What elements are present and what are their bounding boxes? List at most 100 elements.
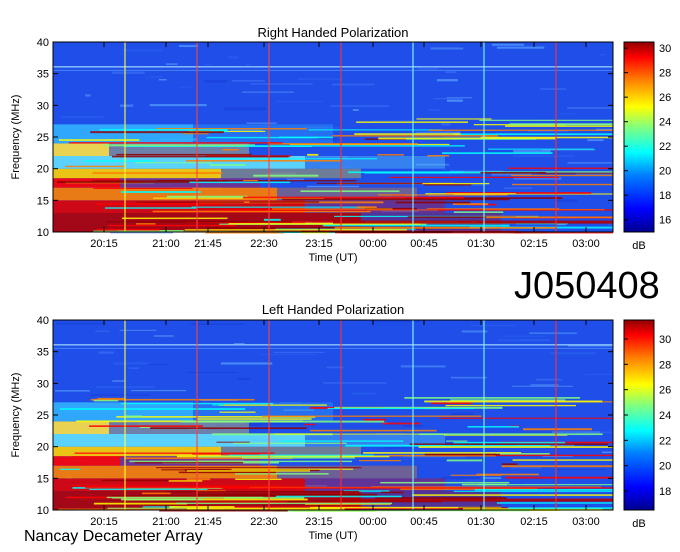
emission-streak — [262, 415, 482, 417]
intensity-cell — [90, 394, 150, 396]
emission-streak — [93, 502, 187, 505]
emission-streak — [419, 433, 603, 436]
emission-streak — [474, 488, 613, 491]
emission-streak — [375, 497, 507, 499]
emission-streak — [427, 154, 450, 157]
intensity-cell — [246, 63, 251, 66]
emission-streak — [501, 465, 613, 468]
emission-streak — [430, 402, 472, 405]
colorbar-tick-label: 18 — [659, 190, 671, 202]
emission-streak — [501, 463, 518, 465]
emission-streak — [479, 119, 613, 121]
x-tick-label: 23:15 — [305, 516, 333, 528]
emission-streak — [209, 164, 246, 166]
emission-streak — [356, 121, 468, 123]
intensity-cell — [237, 377, 251, 380]
y-tick-label: 20 — [37, 164, 49, 176]
intensity-cell — [445, 71, 456, 74]
emission-streak — [142, 492, 171, 495]
intensity-cell — [441, 123, 451, 126]
emission-streak — [316, 182, 429, 184]
emission-streak — [425, 193, 516, 195]
emission-streak — [121, 191, 201, 193]
spectrogram-panel: 1015202530354020:15 21:00 21:45 22:30 23:15 0… — [10, 302, 671, 542]
intensity-cell — [245, 422, 304, 426]
emission-streak — [522, 428, 593, 431]
emission-streak — [129, 460, 353, 463]
emission-streak — [235, 473, 329, 475]
emission-streak — [476, 473, 539, 476]
emission-streak — [198, 456, 345, 458]
emission-band-tail — [193, 124, 333, 144]
y-axis-label: Frequency (MHz) — [10, 373, 22, 458]
emission-streak — [424, 453, 500, 456]
emission-streak — [453, 490, 613, 492]
emission-streak — [134, 162, 212, 164]
emission-streak — [184, 229, 407, 231]
emission-streak — [59, 468, 81, 471]
intensity-cell — [491, 43, 524, 46]
emission-streak — [169, 506, 235, 508]
emission-streak — [424, 400, 603, 403]
emission-streak — [512, 459, 613, 461]
emission-streak — [96, 228, 160, 231]
intensity-cell — [60, 116, 104, 119]
intensity-cell — [430, 47, 464, 50]
emission-streak — [222, 148, 239, 151]
emission-streak — [101, 479, 174, 482]
intensity-cell — [498, 339, 551, 342]
emission-streak — [116, 153, 252, 156]
interference-line — [53, 344, 613, 346]
emission-streak — [416, 118, 492, 120]
colorbar — [623, 41, 655, 233]
intensity-cell — [585, 373, 613, 376]
intensity-cell — [297, 78, 341, 81]
intensity-cell — [352, 392, 377, 395]
emission-streak — [93, 399, 119, 402]
emission-streak — [125, 415, 143, 418]
emission-streak — [334, 227, 557, 229]
y-tick-label: 15 — [37, 195, 49, 207]
colorbar-tick-label: 16 — [659, 215, 671, 227]
intensity-cell — [567, 107, 613, 109]
intensity-cell — [203, 80, 228, 83]
intensity-cell — [246, 122, 277, 125]
emission-streak — [308, 129, 443, 131]
intensity-cell — [608, 223, 613, 226]
x-tick-label: 01:30 — [467, 516, 495, 528]
emission-streak — [219, 411, 256, 413]
emission-streak — [354, 133, 461, 135]
emission-line — [333, 498, 613, 502]
intensity-cell — [276, 100, 323, 103]
intensity-cell — [112, 380, 125, 382]
interference-line — [53, 347, 613, 349]
emission-streak — [356, 206, 377, 209]
emission-streak — [496, 453, 550, 455]
emission-streak — [212, 404, 225, 406]
colorbar — [623, 319, 655, 511]
colorbar-tick-label: 24 — [659, 410, 671, 422]
x-tick-label: 00:00 — [359, 238, 387, 250]
emission-streak — [196, 418, 312, 420]
emission-streak — [92, 172, 223, 175]
emission-streak — [243, 179, 258, 182]
emission-streak — [242, 196, 465, 199]
intensity-cell — [535, 378, 562, 381]
colorbar-tick-label: 20 — [659, 461, 671, 473]
emission-streak — [75, 485, 283, 487]
emission-streak — [378, 137, 556, 140]
intensity-cell — [587, 139, 604, 142]
x-axis-label: Time (UT) — [308, 530, 357, 542]
colorbar-tick-label: 18 — [659, 486, 671, 498]
intensity-cell — [352, 109, 359, 111]
x-tick-label: 22:30 — [250, 238, 278, 250]
emission-streak — [89, 489, 208, 491]
emission-band — [53, 434, 305, 447]
emission-streak — [185, 159, 342, 162]
intensity-cell — [511, 467, 542, 469]
emission-streak — [176, 502, 393, 505]
emission-streak — [139, 426, 151, 428]
emission-streak — [68, 142, 283, 144]
emission-band — [53, 446, 221, 457]
intensity-cell — [465, 479, 496, 482]
